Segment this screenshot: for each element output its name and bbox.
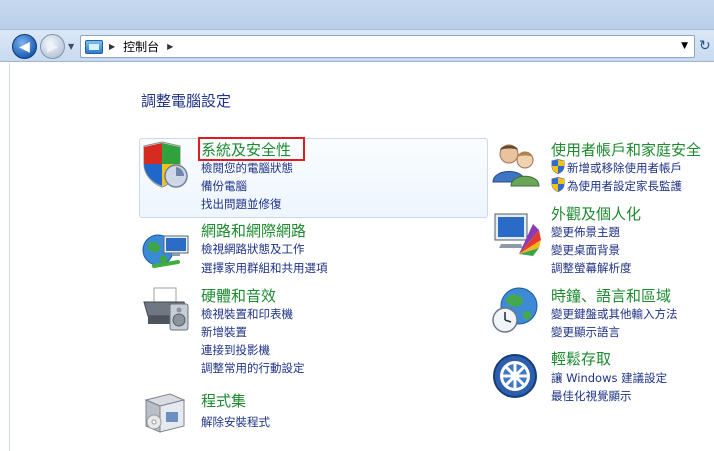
network-globe-icon (142, 234, 189, 268)
link-backup-computer[interactable]: 備份電腦 (201, 178, 247, 194)
link-change-keyboards[interactable]: 變更鍵盤或其他輸入方法 (551, 306, 678, 322)
link-screen-resolution[interactable]: 調整螢幕解析度 (551, 260, 632, 276)
window-title-bar (0, 0, 714, 30)
link-optimize-visual-display[interactable]: 最佳化視覺顯示 (551, 388, 632, 404)
shield-icon (143, 141, 188, 188)
back-arrow-icon: ◀ (19, 38, 30, 55)
link-find-fix-problems[interactable]: 找出問題並修復 (201, 196, 282, 212)
page-title: 調整電腦設定 (141, 92, 232, 110)
highlight-frame (198, 137, 305, 161)
printer-icon (143, 287, 189, 331)
category-appearance[interactable]: 外觀及個人化 (551, 203, 641, 224)
navigation-bar: ◀ ▶ ▼ ▶ 控制台 ▶ ▼ ↻ (0, 30, 714, 62)
link-view-network-status[interactable]: 檢視網路狀態及工作 (201, 241, 305, 257)
link-homegroup-sharing[interactable]: 選擇家用群組和共用選項 (201, 260, 328, 276)
address-dropdown-icon[interactable]: ▼ (681, 41, 688, 51)
breadcrumb-chevron-icon[interactable]: ▶ (109, 42, 115, 51)
breadcrumb-control-panel[interactable]: 控制台 (123, 38, 159, 55)
recent-pages-dropdown-icon[interactable]: ▼ (68, 42, 74, 51)
refresh-icon[interactable]: ↻ (699, 38, 711, 54)
category-hardware-sound[interactable]: 硬體和音效 (201, 285, 276, 306)
uac-shield-icon (551, 159, 565, 174)
programs-box-icon (144, 393, 186, 433)
link-connect-projector[interactable]: 連接到投影機 (201, 342, 270, 358)
forward-button[interactable]: ▶ (40, 34, 65, 59)
link-mobility-settings[interactable]: 調整常用的行動設定 (201, 360, 305, 376)
link-change-display-language[interactable]: 變更顯示語言 (551, 324, 620, 340)
breadcrumb-chevron-icon[interactable]: ▶ (167, 42, 173, 51)
monitor-colors-icon (494, 213, 541, 256)
pane-border (9, 63, 10, 451)
category-hover-highlight (139, 138, 488, 218)
control-panel-icon (85, 39, 103, 54)
link-review-computer-status[interactable]: 檢閱您的電腦狀態 (201, 160, 293, 176)
uac-shield-icon (551, 177, 565, 192)
back-button[interactable]: ◀ (12, 34, 37, 59)
category-user-accounts[interactable]: 使用者帳戶和家庭安全 (551, 139, 701, 160)
category-ease-of-access[interactable]: 輕鬆存取 (551, 348, 611, 369)
link-windows-suggest-settings[interactable]: 讓 Windows 建議設定 (551, 370, 667, 386)
users-icon (492, 144, 540, 187)
link-change-background[interactable]: 變更桌面背景 (551, 242, 620, 258)
forward-arrow-icon: ▶ (47, 38, 58, 55)
link-uninstall-program[interactable]: 解除安裝程式 (201, 414, 270, 430)
address-bar[interactable]: ▶ 控制台 ▶ ▼ (80, 35, 695, 58)
link-change-theme[interactable]: 變更佈景主題 (551, 224, 620, 240)
category-network-internet[interactable]: 網路和網際網路 (201, 220, 306, 241)
link-add-device[interactable]: 新增裝置 (201, 324, 247, 340)
ease-of-access-icon (493, 354, 537, 398)
category-programs[interactable]: 程式集 (201, 390, 246, 411)
category-clock-language-region[interactable]: 時鐘、語言和區域 (551, 285, 671, 306)
link-devices-printers[interactable]: 檢視裝置和印表機 (201, 306, 293, 322)
link-parental-controls[interactable]: 為使用者設定家長監護 (567, 178, 682, 194)
link-add-remove-accounts[interactable]: 新增或移除使用者帳戶 (567, 160, 682, 176)
globe-clock-icon (492, 287, 538, 333)
